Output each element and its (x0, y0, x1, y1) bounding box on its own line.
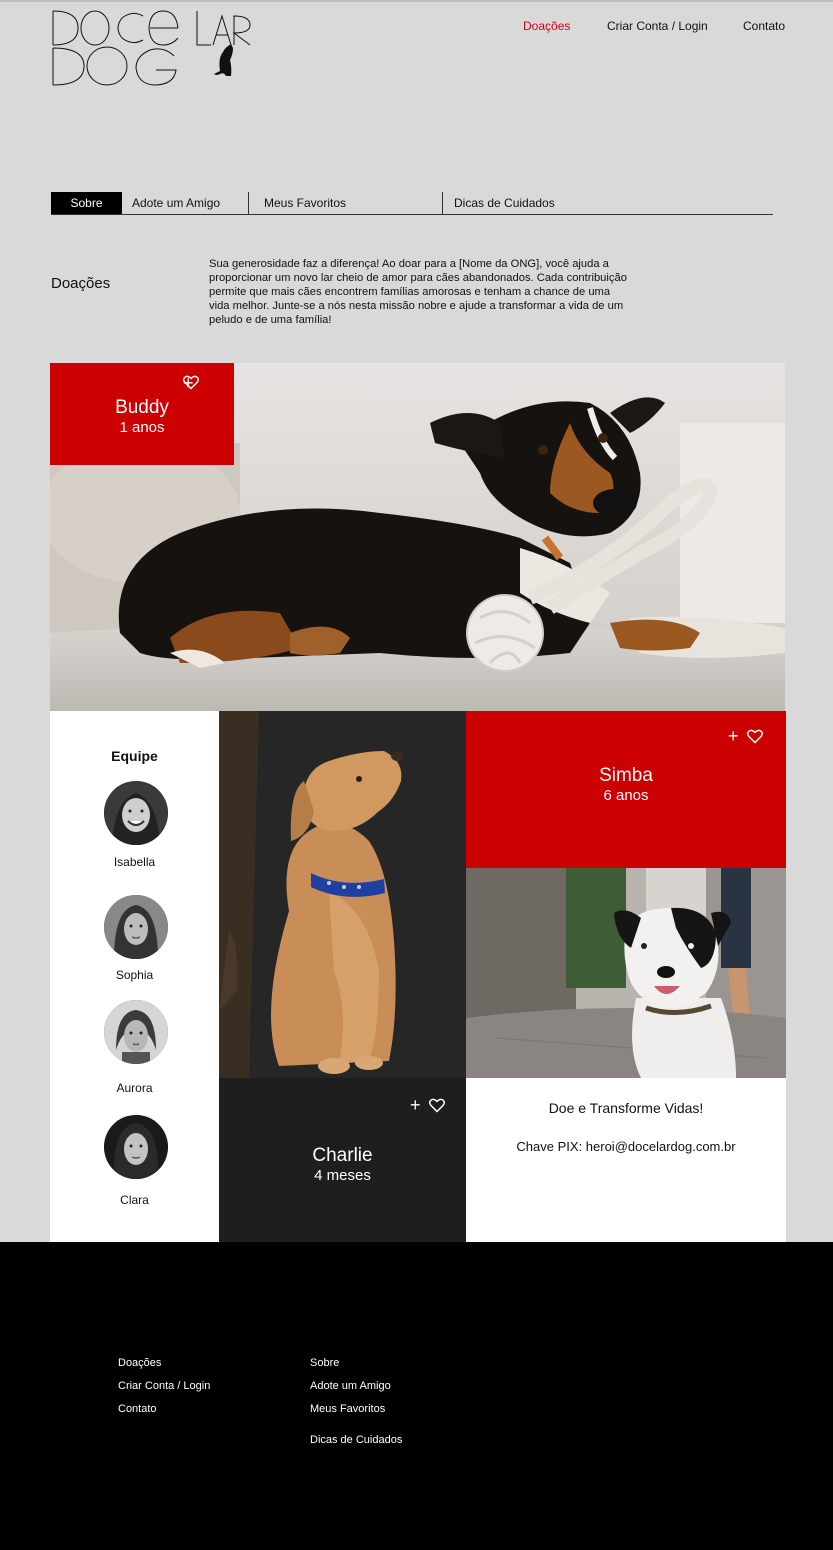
labrador-illustration (219, 711, 466, 1078)
footer-link-contato[interactable]: Contato (118, 1403, 157, 1415)
site-logo[interactable] (50, 8, 260, 88)
dog-photo-labrador[interactable] (219, 711, 466, 1078)
avatar-sophia (104, 895, 168, 959)
nav-link-criar-conta-login[interactable]: Criar Conta / Login (607, 19, 708, 33)
team-title: Equipe (111, 748, 158, 764)
nav-link-doacoes[interactable]: Doações (523, 19, 570, 33)
terrier-illustration (466, 868, 786, 1078)
footer-link-meus-favoritos[interactable]: Meus Favoritos (310, 1403, 385, 1415)
member-name: Isabella (113, 855, 156, 869)
pet-age: 6 anos (603, 787, 649, 804)
pet-card-charlie[interactable]: + Charlie 4 meses (219, 1078, 466, 1242)
footer-link-adote-um-amigo[interactable]: Adote um Amigo (310, 1380, 391, 1392)
pet-card-simba[interactable]: + Simba 6 anos (466, 711, 786, 868)
avatar-aurora (104, 1000, 168, 1064)
logo-mark (52, 10, 251, 86)
heart-icon[interactable] (428, 1098, 445, 1113)
donation-box: Doe e Transforme Vidas! Chave PIX: heroi… (466, 1078, 786, 1242)
pet-name: Simba (599, 765, 653, 786)
tab-divider (248, 192, 249, 215)
site-footer: Doações Criar Conta / Login Contato Sobr… (0, 1242, 833, 1550)
tab-divider (442, 192, 443, 215)
footer-link-dicas-de-cuidados[interactable]: Dicas de Cuidados (310, 1434, 402, 1446)
nav-link-contato[interactable]: Contato (743, 19, 785, 33)
plus-icon[interactable]: + (410, 1096, 421, 1114)
page-title: Doações (51, 275, 111, 292)
footer-link-criar-conta-login[interactable]: Criar Conta / Login (118, 1380, 210, 1392)
donation-title: Doe e Transforme Vidas! (548, 1100, 704, 1116)
avatar-clara (104, 1115, 168, 1179)
card-actions: + (410, 1096, 445, 1114)
card-actions: + (183, 374, 199, 392)
avatar-isabella (104, 781, 168, 845)
pet-age: 4 meses (314, 1167, 371, 1184)
member-name: Clara (120, 1193, 149, 1207)
heart-icon[interactable] (183, 375, 199, 390)
plus-icon[interactable]: + (728, 727, 739, 745)
pix-key: Chave PIX: heroi@docelardog.com.br (516, 1139, 736, 1154)
pet-name: Charlie (312, 1145, 373, 1166)
heart-icon[interactable] (746, 729, 763, 744)
pet-name: Buddy (115, 397, 169, 418)
pet-card-buddy[interactable]: + Buddy 1 anos (50, 363, 234, 465)
team-panel: Equipe Isabella Sophia Aurora Clara (50, 711, 219, 1242)
footer-link-doacoes[interactable]: Doações (118, 1357, 161, 1369)
member-name: Aurora (116, 1081, 153, 1095)
dog-photo-simba[interactable] (466, 868, 786, 1078)
tab-sobre[interactable]: Sobre (51, 192, 122, 214)
tab-meus-favoritos[interactable]: Meus Favoritos (264, 192, 434, 214)
member-name: Sophia (115, 968, 154, 982)
tab-dicas-de-cuidados[interactable]: Dicas de Cuidados (454, 192, 654, 214)
top-border (0, 0, 833, 2)
footer-link-sobre[interactable]: Sobre (310, 1357, 339, 1369)
card-actions: + (728, 727, 763, 745)
pet-age: 1 anos (119, 419, 165, 436)
hero-photo-buddy[interactable]: + Buddy 1 anos (50, 363, 785, 711)
intro-text: Sua generosidade faz a diferença! Ao doa… (209, 258, 627, 326)
section-tabs: Sobre Adote um Amigo Meus Favoritos Dica… (51, 192, 773, 215)
tab-adote-um-amigo[interactable]: Adote um Amigo (132, 192, 248, 214)
